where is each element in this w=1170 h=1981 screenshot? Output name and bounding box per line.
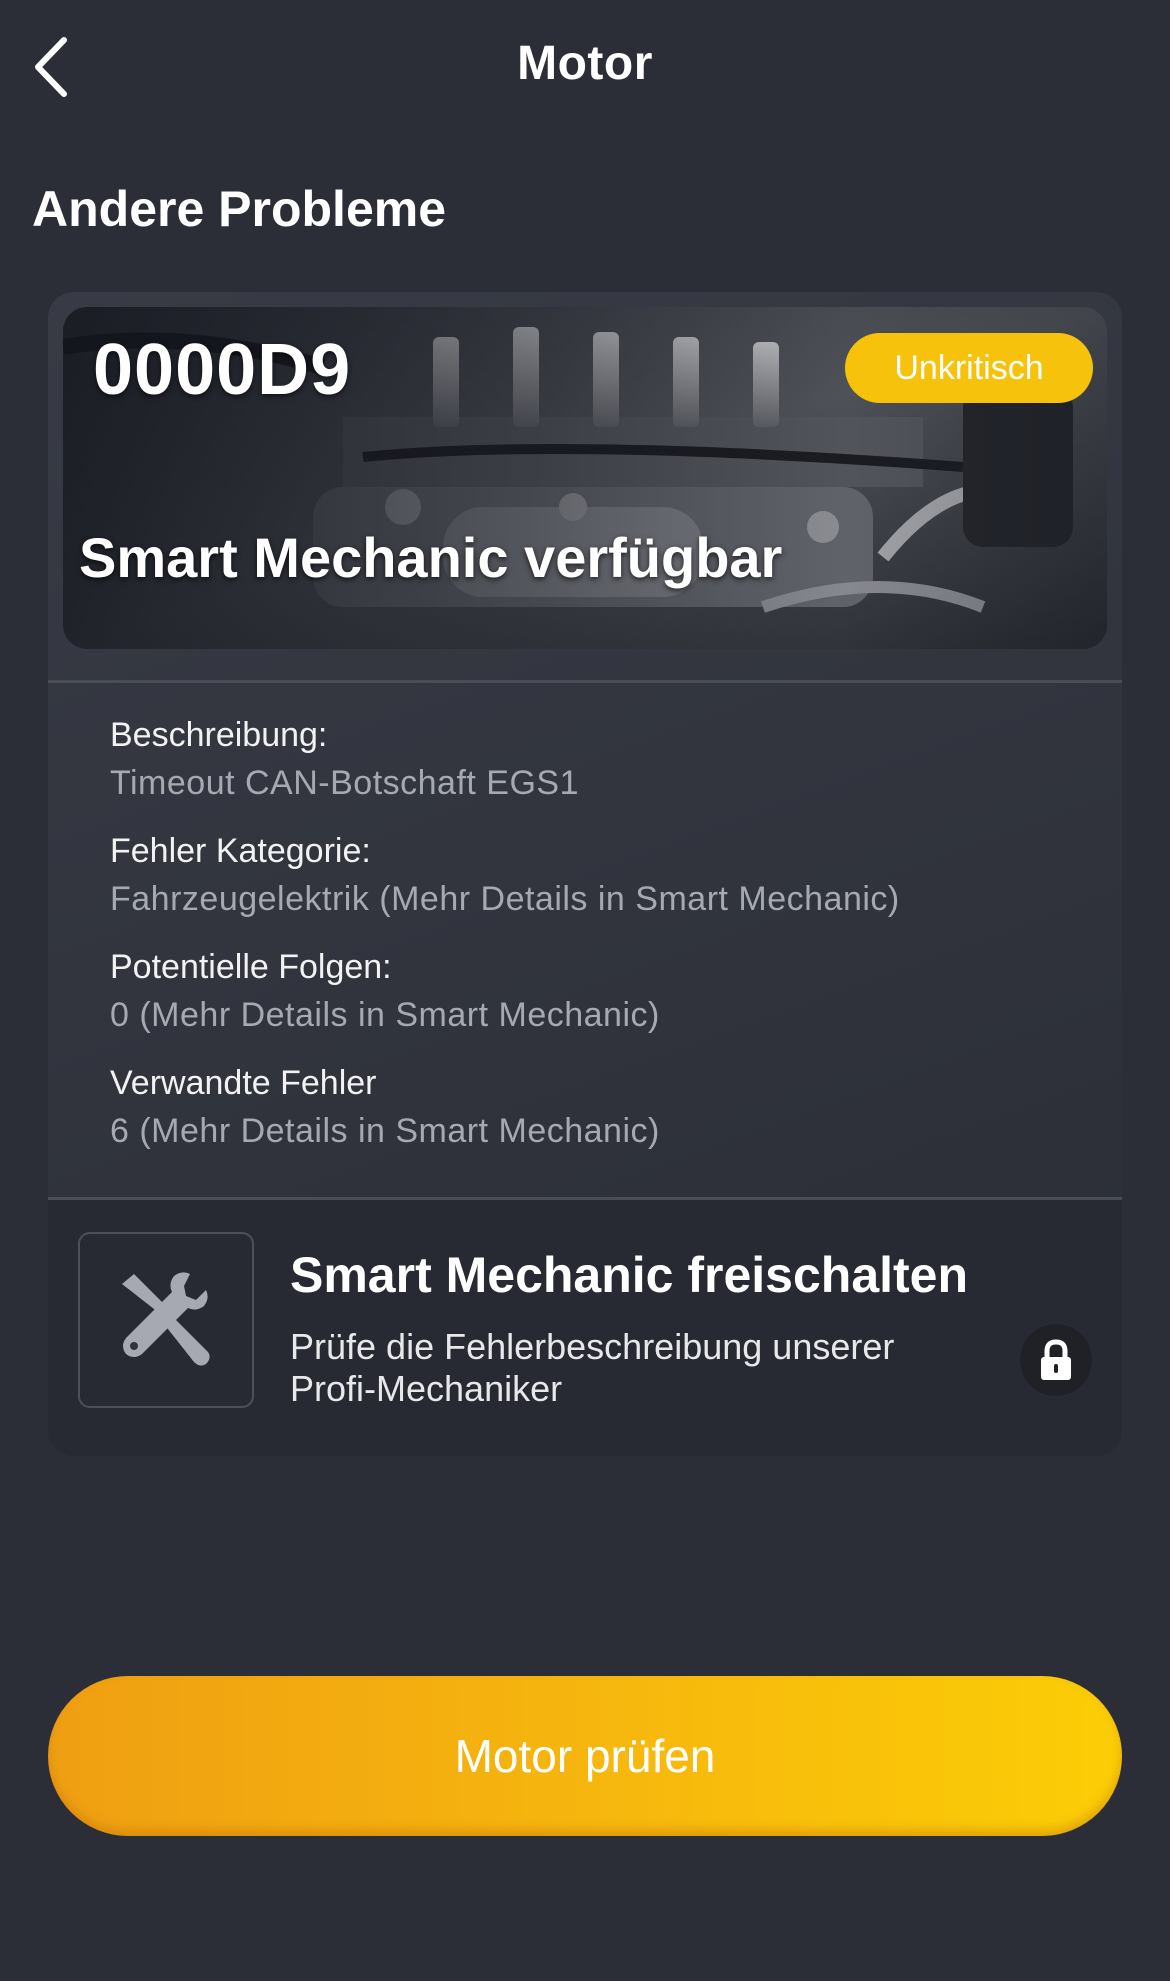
tools-icon-box <box>78 1232 254 1408</box>
section-title: Andere Probleme <box>32 181 447 237</box>
divider <box>48 680 1122 683</box>
problem-hero[interactable]: 0000D9 Unkritisch Smart Mechanic verfügb… <box>63 307 1107 649</box>
detail-value: Timeout CAN-Botschaft EGS1 <box>110 764 580 802</box>
detail-label: Beschreibung: <box>110 716 328 754</box>
navigation-bar: Motor <box>0 0 1170 140</box>
hero-subtitle: Smart Mechanic verfügbar <box>79 526 783 589</box>
detail-label: Verwandte Fehler <box>110 1064 377 1102</box>
detail-value: 6 (Mehr Details in Smart Mechanic) <box>110 1112 660 1150</box>
detail-value: 0 (Mehr Details in Smart Mechanic) <box>110 996 660 1034</box>
detail-value: Fahrzeugelektrik (Mehr Details in Smart … <box>110 880 900 918</box>
lock-icon <box>1041 1339 1071 1380</box>
detail-label: Potentielle Folgen: <box>110 948 392 986</box>
problem-card: 0000D9 Unkritisch Smart Mechanic verfügb… <box>48 292 1122 1456</box>
detail-consequences: Potentielle Folgen: 0 (Mehr Details in S… <box>110 944 1090 1040</box>
unlock-smart-mechanic[interactable]: Smart Mechanic freischalten Prüfe die Fe… <box>48 1200 1122 1456</box>
detail-description: Beschreibung: Timeout CAN-Botschaft EGS1 <box>110 712 1090 808</box>
tools-icon <box>122 1272 210 1366</box>
check-engine-button[interactable]: Motor prüfen <box>48 1676 1122 1836</box>
unlock-title: Smart Mechanic freischalten <box>290 1247 969 1303</box>
unlock-subtitle: Prüfe die Fehlerbeschreibung unserer Pro… <box>290 1326 895 1409</box>
detail-related-errors: Verwandte Fehler 6 (Mehr Details in Smar… <box>110 1060 1090 1156</box>
detail-label: Fehler Kategorie: <box>110 832 371 870</box>
detail-category: Fehler Kategorie: Fahrzeugelektrik (Mehr… <box>110 828 1090 924</box>
lock-button[interactable] <box>1020 1324 1092 1396</box>
page-title: Motor <box>517 37 653 90</box>
error-code: 0000D9 <box>93 330 352 410</box>
severity-badge: Unkritisch <box>845 333 1093 403</box>
problem-details: Beschreibung: Timeout CAN-Botschaft EGS1… <box>110 712 1090 1176</box>
